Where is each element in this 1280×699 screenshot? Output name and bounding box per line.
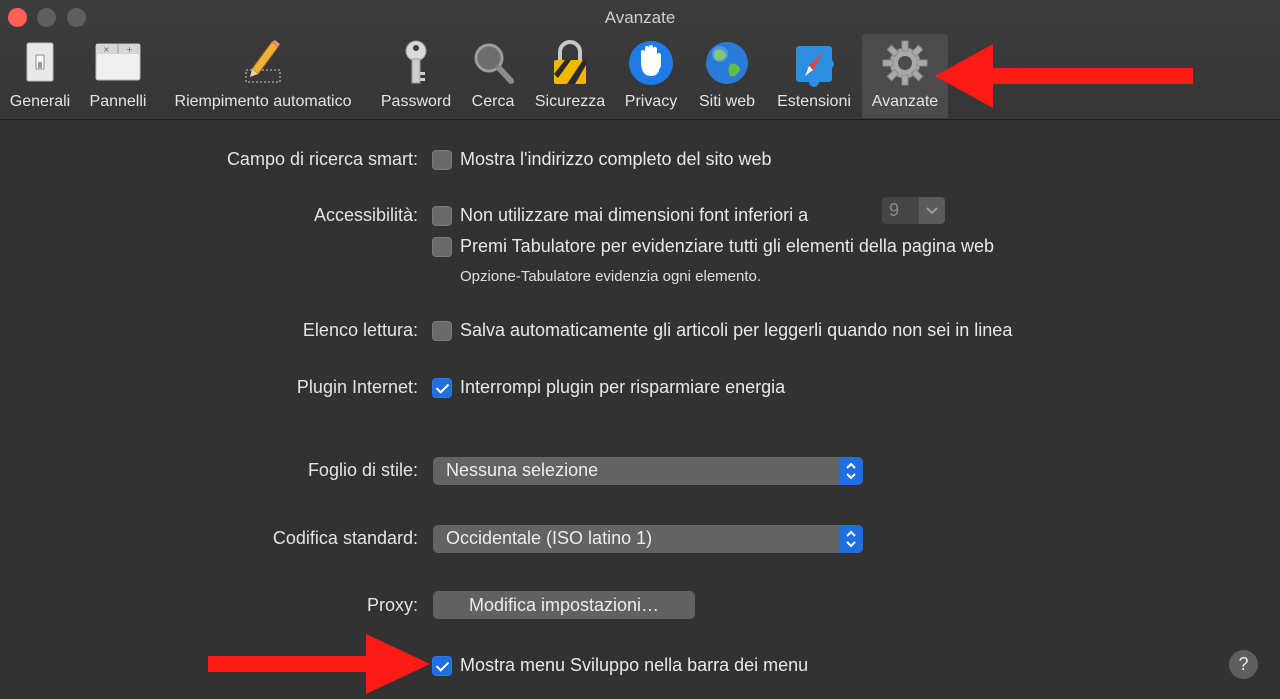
tab-label: Siti web [698, 93, 756, 110]
tab-label: Sicurezza [534, 93, 606, 110]
chevron-down-icon [919, 197, 945, 224]
magnifier-icon [474, 43, 514, 84]
tab-label: Cerca [471, 93, 515, 110]
gear-icon [882, 40, 928, 86]
stylesheet-select[interactable]: Nessuna selezione [433, 457, 863, 485]
tab-label: Generali [9, 93, 71, 110]
tab-label: Pannelli [89, 93, 147, 110]
tab-highlight-hint: Opzione-Tabulatore evidenzia ogni elemen… [460, 268, 762, 285]
accessibility-label: Accessibilità: [313, 205, 418, 225]
stop-plugins-text: Interrompi plugin per risparmiare energi… [460, 377, 786, 397]
save-articles-text: Salva automaticamente gli articoli per l… [460, 320, 1013, 340]
tab-password[interactable]: Password [374, 34, 458, 118]
encoding-value: Occidentale (ISO latino 1) [446, 528, 653, 548]
tab-siti-web[interactable]: Siti web [692, 34, 762, 118]
tab-generali[interactable]: Generali [4, 34, 76, 118]
reading-list-label: Elenco lettura: [302, 320, 418, 340]
min-font-size-select[interactable]: 9 [882, 197, 945, 224]
hand-icon [629, 41, 673, 85]
min-font-size-checkbox[interactable] [432, 206, 452, 226]
proxy-label: Proxy: [366, 595, 418, 615]
puzzle-icon [796, 46, 834, 87]
plugins-label: Plugin Internet: [296, 377, 418, 397]
tab-highlight-text: Premi Tabulatore per evidenziare tutti g… [460, 236, 994, 256]
tab-cerca[interactable]: Cerca [464, 34, 522, 118]
show-full-address-text: Mostra l'indirizzo completo del sito web [460, 149, 772, 169]
tab-riempimento-automatico[interactable]: Riempimento automatico [160, 34, 366, 118]
font-size-value: 9 [889, 200, 900, 220]
svg-text:×: × [103, 45, 110, 54]
tab-pannelli[interactable]: × + Pannelli [84, 34, 152, 118]
key-icon [405, 40, 427, 84]
min-font-size-text: Non utilizzare mai dimensioni font infer… [460, 205, 809, 225]
tab-label: Estensioni [777, 93, 851, 110]
lock-icon [554, 40, 586, 84]
globe-icon [706, 42, 748, 84]
updown-chevron-icon [839, 457, 863, 485]
tab-estensioni[interactable]: Estensioni [768, 34, 860, 118]
stylesheet-label: Foglio di stile: [307, 460, 418, 480]
smart-search-label: Campo di ricerca smart: [226, 149, 418, 169]
svg-text:+: + [126, 45, 133, 54]
tab-label: Password [380, 93, 452, 110]
encoding-label: Codifica standard: [272, 528, 418, 548]
develop-menu-text: Mostra menu Sviluppo nella barra dei men… [460, 655, 809, 675]
stylesheet-value: Nessuna selezione [446, 460, 599, 480]
updown-chevron-icon [839, 525, 863, 553]
pencil-icon [245, 40, 281, 83]
encoding-select[interactable]: Occidentale (ISO latino 1) [433, 525, 863, 553]
tab-label: Riempimento automatico [174, 93, 352, 110]
tab-sicurezza[interactable]: Sicurezza [528, 34, 612, 118]
help-button[interactable]: ? [1229, 650, 1258, 679]
annotation-arrow-icon [935, 44, 1193, 108]
tab-label: Privacy [624, 93, 678, 110]
annotation-arrow-icon [208, 634, 430, 694]
switch-icon [26, 42, 54, 82]
proxy-settings-button[interactable]: Modifica impostazioni… [433, 591, 695, 619]
tabs-icon: × + [95, 43, 141, 81]
stop-plugins-checkbox[interactable] [432, 378, 452, 398]
tab-privacy[interactable]: Privacy [618, 34, 684, 118]
show-full-address-checkbox[interactable] [432, 150, 452, 170]
tab-highlight-checkbox[interactable] [432, 237, 452, 257]
develop-menu-checkbox[interactable] [432, 656, 452, 676]
save-articles-checkbox[interactable] [432, 321, 452, 341]
window-title: Avanzate [604, 8, 676, 27]
